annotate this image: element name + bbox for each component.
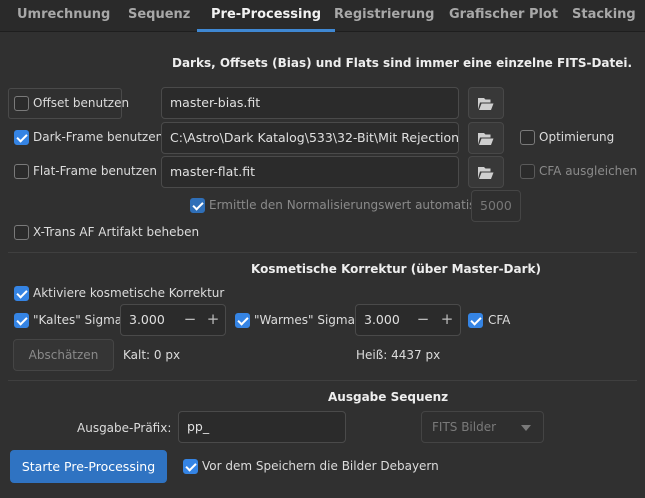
section-separator [8,252,637,253]
hot-sigma-checkbox[interactable] [235,313,250,328]
cosmetic-activate-checkbox[interactable] [14,286,29,301]
optimize-checkbox[interactable] [520,130,535,145]
xtrans-checkbox[interactable] [14,225,29,240]
debayer-label: Vor dem Speichern die Bilder Debayern [202,459,439,473]
tab-umrechnung[interactable]: Umrechnung [17,0,110,32]
open-folder-icon [478,167,494,179]
cold-sigma-label: "Kaltes" Sigma: [33,313,127,327]
xtrans-label: X-Trans AF Artifakt beheben [33,225,200,239]
optimize-label: Optimierung [539,130,615,144]
auto-normalize-checkbox[interactable] [190,198,205,213]
flat-browse-button[interactable] [468,156,504,188]
plus-icon[interactable]: + [437,304,457,336]
cfa-checkbox[interactable] [468,313,483,328]
cfa-equalize-checkbox[interactable] [520,164,535,179]
cosmetic-heading: Kosmetische Korrektur (über Master-Dark) [251,262,541,276]
tab-stacking[interactable]: Stacking [572,0,636,32]
cold-result: Kalt: 0 px [123,348,181,362]
hot-result: Heiß: 4437 px [356,348,441,362]
cold-sigma-checkbox[interactable] [14,313,29,328]
debayer-checkbox[interactable] [183,459,198,474]
offset-browse-button[interactable] [468,87,504,119]
calibration-heading: Darks, Offsets (Bias) und Flats sind imm… [172,56,633,70]
cfa-equalize-label: CFA ausgleichen [539,164,638,178]
dark-browse-button[interactable] [468,122,504,154]
hot-sigma-value[interactable]: 3.000 [364,312,400,327]
output-heading: Ausgabe Sequenz [328,390,449,404]
cosmetic-activate-label: Aktiviere kosmetische Korrektur [33,286,225,300]
section-separator [8,380,637,381]
open-folder-icon [478,98,494,110]
tab-grafischer-plot[interactable]: Grafischer Plot [449,0,558,32]
offset-checkbox[interactable] [14,96,29,111]
prefix-label: Ausgabe-Präfix: [77,421,172,435]
dark-frame-checkbox[interactable] [14,130,29,145]
tab-bar: Umrechnung Sequenz Pre-Processing Regist… [0,0,645,32]
chevron-down-icon [521,425,531,431]
offset-file-field[interactable]: master-bias.fit [161,87,459,119]
flat-frame-checkbox[interactable] [14,164,29,179]
minus-icon[interactable]: − [180,304,200,336]
start-preprocessing-button[interactable]: Starte Pre-Processing [10,450,167,483]
cold-sigma-value[interactable]: 3.000 [129,312,165,327]
dark-frame-label: Dark-Frame benutzen [33,130,164,144]
open-folder-icon [478,133,494,145]
hot-sigma-label: "Warmes" Sigma: [254,313,360,327]
tab-pre-processing[interactable]: Pre-Processing [196,0,336,32]
output-format-select[interactable]: FITS Bilder [421,411,544,443]
output-format-value: FITS Bilder [432,420,497,434]
flat-file-field[interactable]: master-flat.fit [161,156,459,188]
cfa-label: CFA [488,313,511,327]
minus-icon[interactable]: − [413,304,433,336]
tab-sequenz[interactable]: Sequenz [128,0,190,32]
prefix-input[interactable]: pp_ [178,411,346,443]
tab-registrierung[interactable]: Registrierung [334,0,434,32]
plus-icon[interactable]: + [203,304,223,336]
normalize-value-field[interactable]: 5000 [471,190,521,222]
auto-normalize-label: Ermittle den Normalisierungswert automat… [209,198,490,212]
offset-label: Offset benutzen [33,96,130,110]
flat-frame-label: Flat-Frame benutzen [33,164,158,178]
dark-file-field[interactable]: C:\Astro\Dark Katalog\533\32-Bit\Mit Rej… [161,122,459,154]
estimate-button[interactable]: Abschätzen [13,339,114,371]
